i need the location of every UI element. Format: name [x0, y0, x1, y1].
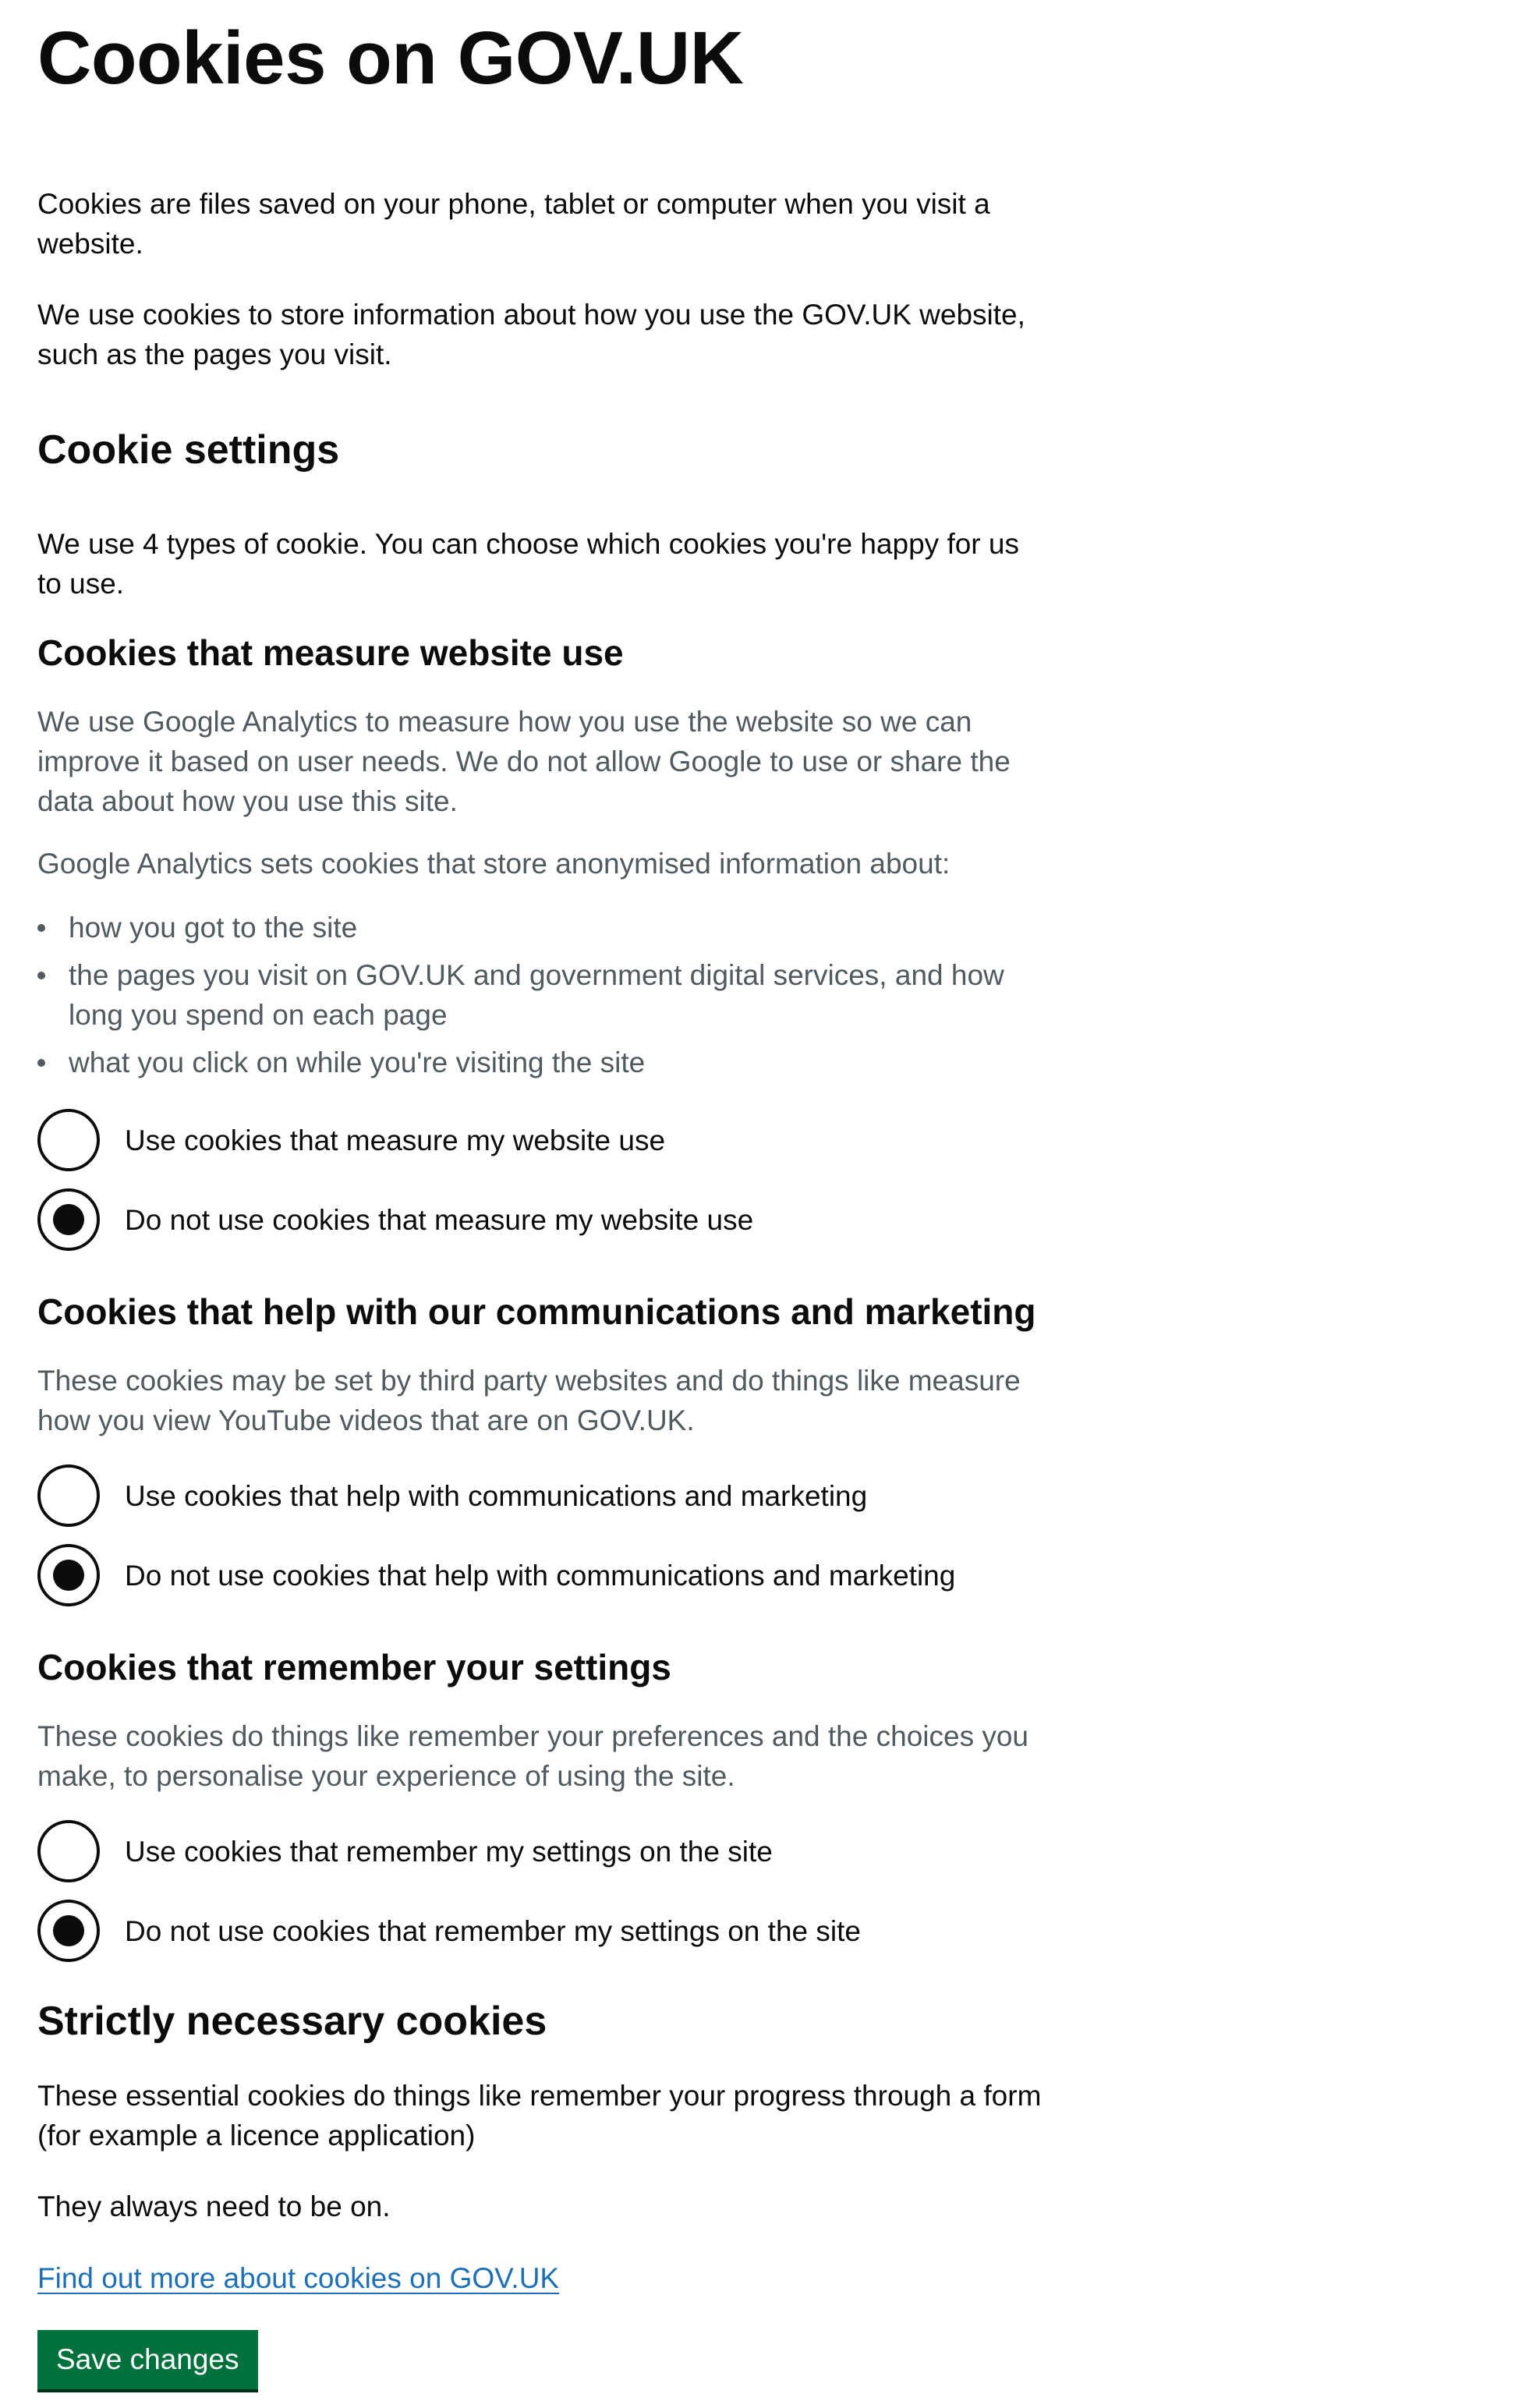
bullet-icon: [37, 972, 45, 979]
radio-dot-icon: [53, 1204, 84, 1235]
list-item: how you got to the site: [37, 908, 1043, 947]
radio-label[interactable]: Use cookies that help with communication…: [125, 1476, 867, 1516]
radio-use-website-use-cookies[interactable]: Use cookies that measure my website use: [37, 1109, 665, 1171]
radio-do-not-use-website-use-cookies[interactable]: Do not use cookies that measure my websi…: [37, 1188, 753, 1251]
page-title: Cookies on GOV.UK: [37, 16, 744, 100]
radio-selected-icon[interactable]: [37, 1188, 100, 1251]
radio-label[interactable]: Do not use cookies that remember my sett…: [125, 1911, 861, 1951]
strictly-necessary-paragraph: These essential cookies do things like r…: [37, 2080, 1042, 2151]
bullet-icon: [37, 924, 45, 932]
section-heading-settings: Cookies that remember your settings: [37, 1647, 671, 1687]
radio-do-not-use-communications-cookies[interactable]: Do not use cookies that help with commun…: [37, 1544, 955, 1606]
radio-unselected-icon[interactable]: [37, 1820, 100, 1882]
radio-unselected-icon[interactable]: [37, 1109, 100, 1171]
cookie-settings-description: We use 4 types of cookie. You can choose…: [37, 528, 1019, 600]
radio-use-settings-cookies[interactable]: Use cookies that remember my settings on…: [37, 1820, 773, 1882]
radio-selected-icon[interactable]: [37, 1900, 100, 1962]
radio-label[interactable]: Do not use cookies that measure my websi…: [125, 1200, 753, 1240]
find-out-more-link[interactable]: Find out more about cookies on GOV.UK: [37, 2258, 559, 2298]
strictly-necessary-paragraph: They always need to be on.: [37, 2190, 391, 2222]
radio-selected-icon[interactable]: [37, 1544, 100, 1606]
radio-unselected-icon[interactable]: [37, 1464, 100, 1527]
list-item-text: the pages you visit on GOV.UK and govern…: [69, 959, 1004, 1031]
radio-use-communications-cookies[interactable]: Use cookies that help with communication…: [37, 1464, 867, 1527]
radio-label[interactable]: Do not use cookies that help with commun…: [125, 1556, 955, 1595]
radio-dot-icon: [53, 1915, 84, 1946]
section-heading-communications: Cookies that help with our communication…: [37, 1291, 1036, 1332]
bullet-icon: [37, 1059, 45, 1067]
radio-do-not-use-settings-cookies[interactable]: Do not use cookies that remember my sett…: [37, 1900, 861, 1962]
save-changes-button[interactable]: Save changes: [37, 2330, 258, 2389]
section-paragraph: We use Google Analytics to measure how y…: [37, 706, 1011, 817]
analytics-info-list: how you got to the site the pages you vi…: [37, 908, 1043, 1090]
list-item-text: how you got to the site: [69, 912, 358, 944]
radio-label[interactable]: Use cookies that remember my settings on…: [125, 1832, 773, 1872]
intro-paragraph: We use cookies to store information abou…: [37, 299, 1025, 370]
strictly-necessary-heading: Strictly necessary cookies: [37, 1999, 547, 2044]
radio-label[interactable]: Use cookies that measure my website use: [125, 1121, 665, 1160]
list-item-text: what you click on while you're visiting …: [69, 1046, 646, 1078]
section-heading-website-use: Cookies that measure website use: [37, 632, 624, 673]
section-paragraph: These cookies do things like remember yo…: [37, 1720, 1029, 1792]
list-item: what you click on while you're visiting …: [37, 1043, 1043, 1082]
cookie-settings-heading: Cookie settings: [37, 427, 340, 473]
radio-dot-icon: [53, 1560, 84, 1591]
section-paragraph: These cookies may be set by third party …: [37, 1365, 1021, 1436]
section-paragraph: Google Analytics sets cookies that store…: [37, 848, 951, 880]
intro-paragraph: Cookies are files saved on your phone, t…: [37, 188, 990, 260]
list-item: the pages you visit on GOV.UK and govern…: [37, 955, 1043, 1035]
